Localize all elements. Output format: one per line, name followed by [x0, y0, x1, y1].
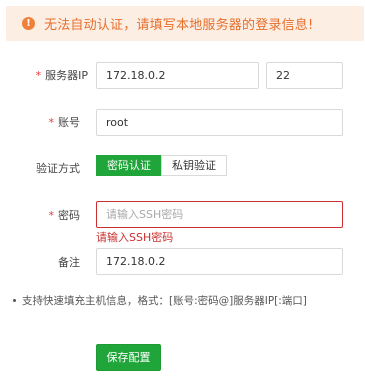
bullet-icon	[13, 299, 16, 302]
auth-method-label: 验证方式	[36, 162, 80, 175]
account-label: * 账号	[48, 116, 81, 129]
required-mark: *	[48, 116, 55, 129]
password-error-message: 请输入SSH密码	[96, 231, 174, 244]
remark-label: 备注	[58, 256, 80, 269]
password-auth-tab[interactable]: 密码认证	[96, 155, 162, 176]
warning-alert: ! 无法自动认证，请填写本地服务器的登录信息!	[6, 6, 364, 41]
required-mark: *	[48, 209, 55, 222]
auth-method-toggle: 密码认证 私钥验证	[96, 155, 227, 176]
server-ip-label: * 服务器IP	[35, 69, 88, 82]
server-ip-input[interactable]	[96, 62, 259, 89]
save-config-button[interactable]: 保存配置	[96, 344, 161, 371]
format-tip: 支持快速填充主机信息，格式：[账号:密码@]服务器IP[:端口]	[13, 293, 307, 308]
required-mark: *	[35, 69, 42, 82]
ssh-config-form: ! 无法自动认证，请填写本地服务器的登录信息! *服务器IP *账号 验证方式 …	[0, 0, 365, 381]
account-input[interactable]	[96, 109, 343, 136]
password-input[interactable]	[96, 201, 343, 228]
exclamation-circle-icon: !	[22, 17, 35, 30]
format-tip-text: 支持快速填充主机信息，格式：[账号:密码@]服务器IP[:端口]	[22, 295, 307, 307]
port-input[interactable]	[266, 62, 343, 89]
alert-message: 无法自动认证，请填写本地服务器的登录信息!	[44, 18, 314, 33]
password-label: * 密码	[48, 209, 81, 222]
remark-input[interactable]	[96, 248, 343, 275]
private-key-auth-tab[interactable]: 私钥验证	[161, 155, 227, 176]
